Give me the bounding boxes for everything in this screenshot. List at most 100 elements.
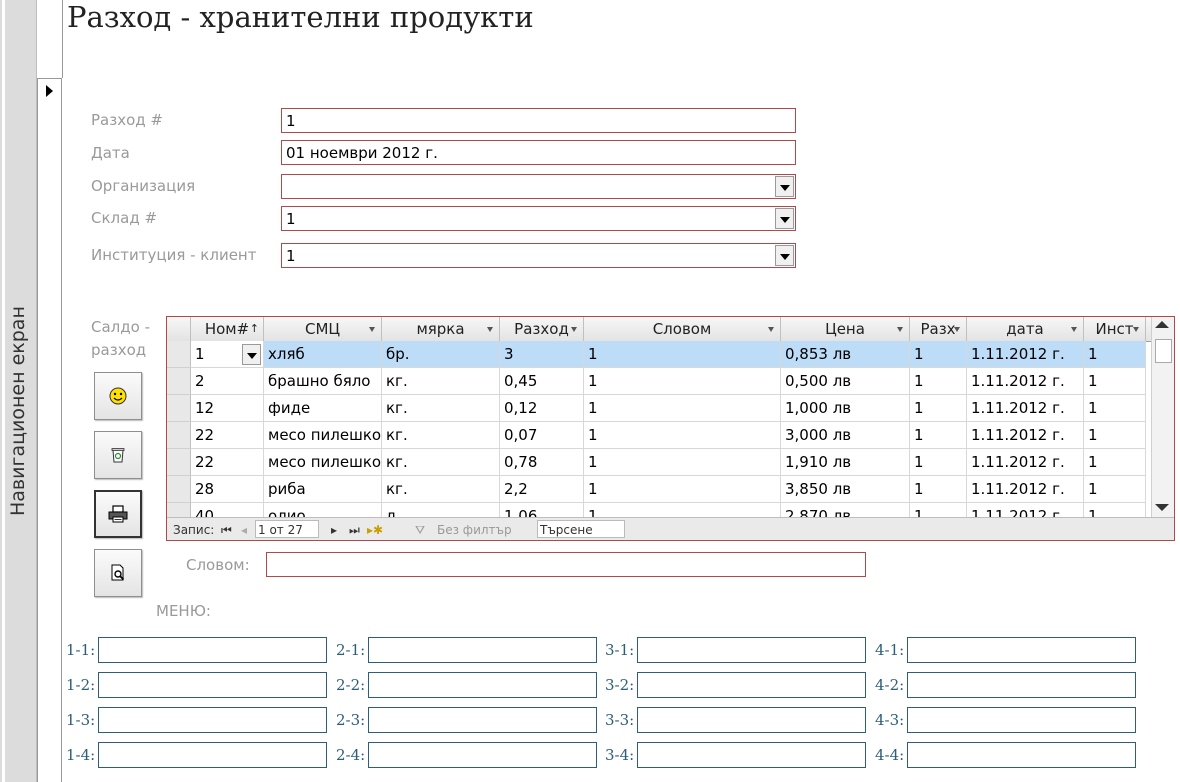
menu-field-box[interactable] xyxy=(907,672,1136,698)
record-position-field[interactable]: 1 от 27 xyxy=(255,520,319,538)
menu-field-box[interactable] xyxy=(368,742,597,768)
menu-field-box[interactable] xyxy=(637,637,866,663)
table-cell[interactable]: 1 xyxy=(584,368,781,395)
table-cell[interactable]: 1 xyxy=(910,395,967,422)
column-header-inst[interactable]: Инст xyxy=(1084,317,1146,341)
table-cell[interactable]: фиде xyxy=(264,395,382,422)
table-cell[interactable]: кг. xyxy=(382,368,500,395)
organization-dropdown-button[interactable] xyxy=(775,176,794,197)
table-row[interactable]: 1 хляб бр. 3 1 0,853 лв 1 1.11.2012 г. 1 xyxy=(167,341,1152,368)
table-cell[interactable]: 1.11.2012 г. xyxy=(967,476,1084,503)
column-header-words[interactable]: Словом xyxy=(584,317,781,341)
table-cell[interactable]: брашно бяло xyxy=(264,368,382,395)
datasheet-vertical-scrollbar[interactable] xyxy=(1151,317,1174,517)
table-cell[interactable]: 0,07 xyxy=(500,422,584,449)
menu-field-box[interactable] xyxy=(637,707,866,733)
column-header-expense[interactable]: Разход xyxy=(500,317,584,341)
row-selector[interactable] xyxy=(167,368,191,395)
menu-field-box[interactable] xyxy=(637,672,866,698)
menu-field-box[interactable] xyxy=(98,707,327,733)
table-cell[interactable]: 3,000 лв xyxy=(781,422,910,449)
table-cell[interactable]: 12 xyxy=(191,395,264,422)
table-row[interactable]: 28 риба кг. 2,2 1 3,850 лв 1 1.11.2012 г. 1 xyxy=(167,476,1152,503)
table-cell[interactable]: месо пилешко xyxy=(264,422,382,449)
table-cell[interactable]: 0,45 xyxy=(500,368,584,395)
table-cell[interactable]: 1 xyxy=(1084,341,1146,368)
row-selector[interactable] xyxy=(167,476,191,503)
menu-field-box[interactable] xyxy=(368,637,597,663)
table-cell[interactable]: 1 xyxy=(584,422,781,449)
table-cell[interactable]: 2 xyxy=(191,368,264,395)
table-cell[interactable]: 0,500 лв xyxy=(781,368,910,395)
column-header-date[interactable]: дата xyxy=(967,317,1084,341)
table-cell[interactable]: 1,000 лв xyxy=(781,395,910,422)
table-cell[interactable]: 0,12 xyxy=(500,395,584,422)
warehouse-dropdown-button[interactable] xyxy=(775,208,794,229)
table-cell[interactable]: месо пилешко xyxy=(264,449,382,476)
table-cell[interactable]: 3 xyxy=(500,341,584,368)
table-cell[interactable]: 1.11.2012 г. xyxy=(967,395,1084,422)
table-cell[interactable]: 0,78 xyxy=(500,449,584,476)
words-field[interactable] xyxy=(266,552,866,577)
first-record-icon[interactable]: ⏮ xyxy=(221,523,232,538)
table-cell[interactable]: 1 xyxy=(910,422,967,449)
table-cell[interactable]: 0,853 лв xyxy=(781,341,910,368)
table-cell[interactable]: 1,910 лв xyxy=(781,449,910,476)
menu-field-box[interactable] xyxy=(98,742,327,768)
table-cell[interactable]: 1 xyxy=(584,395,781,422)
previous-record-icon[interactable]: ◂ xyxy=(241,523,247,537)
select-all-corner[interactable] xyxy=(167,317,191,341)
table-cell[interactable]: 2,2 xyxy=(500,476,584,503)
last-record-icon[interactable]: ⏭ xyxy=(349,523,360,538)
print-button[interactable] xyxy=(94,490,142,538)
table-row[interactable]: 22 месо пилешко кг. 0,78 1 1,910 лв 1 1.11.2012… xyxy=(167,449,1152,476)
table-cell[interactable]: 1 xyxy=(191,341,264,368)
table-cell[interactable]: 1 xyxy=(1084,395,1146,422)
table-cell[interactable]: 1 xyxy=(1084,368,1146,395)
table-cell[interactable]: 1 xyxy=(910,368,967,395)
column-header-nom[interactable]: Ном# ↑ xyxy=(191,317,264,341)
print-preview-button[interactable] xyxy=(94,549,142,597)
table-cell[interactable]: кг. xyxy=(382,422,500,449)
navigation-pane-label[interactable]: Навигационен екран xyxy=(4,306,32,516)
table-cell[interactable]: риба xyxy=(264,476,382,503)
table-cell[interactable]: 22 xyxy=(191,449,264,476)
table-cell[interactable]: бр. xyxy=(382,341,500,368)
search-box[interactable]: Търсене xyxy=(537,520,625,538)
table-cell[interactable]: 3,850 лв xyxy=(781,476,910,503)
table-cell[interactable]: кг. xyxy=(382,395,500,422)
row-selector[interactable] xyxy=(167,341,191,368)
warehouse-combo[interactable]: 1 xyxy=(281,206,796,231)
menu-field-box[interactable] xyxy=(368,707,597,733)
table-cell[interactable]: 1 xyxy=(1084,422,1146,449)
column-header-exp-no[interactable]: Разх xyxy=(910,317,967,341)
expense-no-field[interactable]: 1 xyxy=(281,108,796,133)
table-cell[interactable]: 1 xyxy=(584,449,781,476)
table-cell[interactable]: 1 xyxy=(910,341,967,368)
table-cell[interactable]: 1 xyxy=(584,341,781,368)
scroll-up-icon[interactable] xyxy=(1155,321,1169,328)
expense-datasheet[interactable]: Ном# ↑ СМЦ мярка Разход Словом Цена Разх … xyxy=(166,316,1175,541)
nom-dropdown-button[interactable] xyxy=(242,344,261,365)
filter-icon[interactable]: ⛛ xyxy=(415,523,425,538)
row-selector[interactable] xyxy=(167,422,191,449)
date-field[interactable]: 01 ноември 2012 г. xyxy=(281,140,796,165)
institution-combo[interactable]: 1 xyxy=(281,243,796,268)
column-header-smc[interactable]: СМЦ xyxy=(264,317,382,341)
menu-field-box[interactable] xyxy=(907,707,1136,733)
column-header-price[interactable]: Цена xyxy=(781,317,910,341)
scroll-thumb[interactable] xyxy=(1155,339,1172,363)
menu-field-box[interactable] xyxy=(907,637,1136,663)
table-row[interactable]: 2 брашно бяло кг. 0,45 1 0,500 лв 1 1.11.2012 г… xyxy=(167,368,1152,395)
scroll-down-icon[interactable] xyxy=(1155,504,1169,511)
organization-combo[interactable] xyxy=(281,174,796,199)
institution-dropdown-button[interactable] xyxy=(775,245,794,266)
table-cell[interactable]: 1.11.2012 г. xyxy=(967,449,1084,476)
table-cell[interactable]: 1 xyxy=(910,476,967,503)
table-cell[interactable]: 1 xyxy=(584,476,781,503)
table-cell[interactable]: 28 xyxy=(191,476,264,503)
navigation-pane[interactable]: Навигационен екран xyxy=(0,0,37,782)
menu-field-box[interactable] xyxy=(907,742,1136,768)
new-record-icon[interactable]: ▸✱ xyxy=(367,523,383,537)
delete-button[interactable] xyxy=(94,431,142,479)
